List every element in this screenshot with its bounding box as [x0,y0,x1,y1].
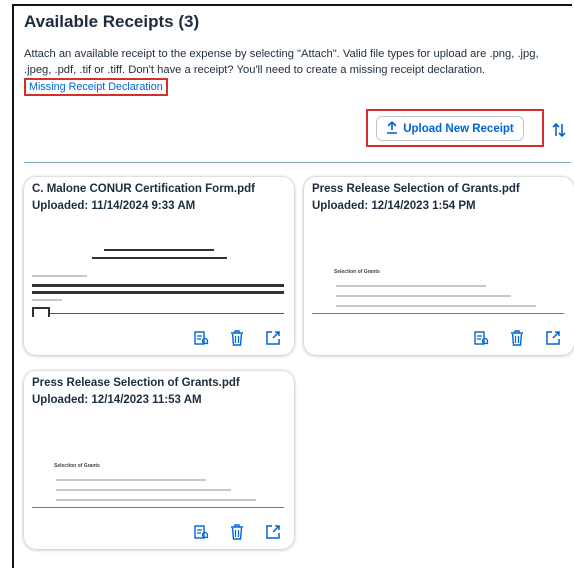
view-receipt-icon[interactable] [192,329,210,347]
card-actions [472,329,562,347]
view-receipt-icon[interactable] [192,523,210,541]
receipt-card[interactable]: Press Release Selection of Grants.pdf Up… [304,177,574,355]
receipt-file-name: Press Release Selection of Grants.pdf [32,377,240,389]
upload-new-receipt-button[interactable]: Upload New Receipt [376,116,524,141]
receipt-preview-thumbnail: Selection of Grants [312,225,566,317]
card-actions [192,329,282,347]
sort-icon[interactable] [551,122,567,138]
receipt-file-name: C. Malone CONUR Certification Form.pdf [32,183,255,195]
upload-button-label: Upload New Receipt [403,122,514,135]
receipt-card[interactable]: C. Malone CONUR Certification Form.pdf U… [24,177,294,355]
receipt-card[interactable]: Press Release Selection of Grants.pdf Up… [24,371,294,549]
section-divider [24,162,571,163]
delete-icon[interactable] [228,329,246,347]
delete-icon[interactable] [228,523,246,541]
upload-highlight: Upload New Receipt [366,109,544,147]
upload-icon [386,120,398,137]
missing-receipt-declaration-link[interactable]: Missing Receipt Declaration [24,78,168,96]
attach-icon[interactable] [264,523,282,541]
receipt-preview-thumbnail: Selection of Grants [32,419,286,511]
preview-heading: Selection of Grants [54,463,100,469]
attach-icon[interactable] [544,329,562,347]
receipt-upload-date: Uploaded: 12/14/2023 1:54 PM [312,200,476,212]
card-actions [192,523,282,541]
receipt-file-name: Press Release Selection of Grants.pdf [312,183,520,195]
preview-heading: Selection of Grants [334,269,380,275]
receipt-upload-date: Uploaded: 12/14/2023 11:53 AM [32,394,202,406]
view-receipt-icon[interactable] [472,329,490,347]
instructions-text: Attach an available receipt to the expen… [24,48,539,76]
attach-icon[interactable] [264,329,282,347]
page-title: Available Receipts (3) [24,12,200,31]
receipts-panel: Available Receipts (3) Attach an availab… [12,4,574,568]
receipt-preview-thumbnail [32,225,286,317]
delete-icon[interactable] [508,329,526,347]
receipt-upload-date: Uploaded: 11/14/2024 9:33 AM [32,200,196,212]
